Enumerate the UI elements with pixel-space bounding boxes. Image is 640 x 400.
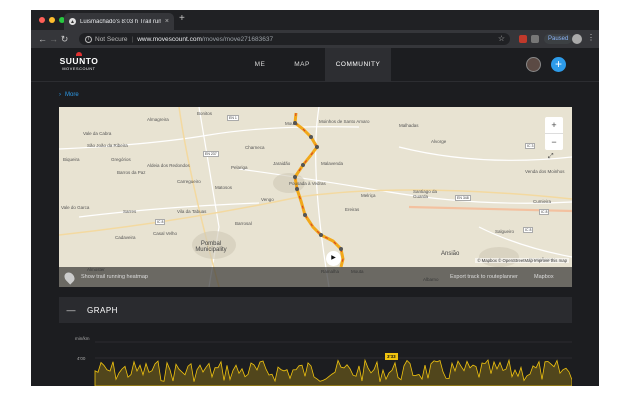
map-town: Casal Velho <box>153 231 178 236</box>
pace-marker-badge: 3'33 <box>385 353 398 360</box>
pace-graph[interactable]: min/km 4'00 3'33 <box>59 330 572 386</box>
road-label: IC 8 <box>523 227 534 233</box>
fullscreen-icon[interactable]: ⤢ <box>548 153 554 161</box>
map-town: Venda dos Moinhos <box>525 169 565 174</box>
map-town: Malhadas <box>399 123 419 128</box>
map-pin-icon[interactable] <box>62 269 77 285</box>
browser-tab[interactable]: ▲ Luismachado's 8:03 h Trail run × <box>64 13 174 30</box>
road-label: IC 3 <box>525 143 536 149</box>
suunto-logo[interactable]: SUUNTO MOVESCOUNT <box>59 52 99 71</box>
map-town: Pelariga <box>231 165 248 170</box>
road-label: EN 348 <box>455 195 471 201</box>
map-town: Alvorge <box>431 139 447 144</box>
map-town: Matosos <box>215 185 233 190</box>
map-town: Moinhos de Santo Amaro <box>319 119 370 124</box>
tab-title: Luismachado's 8:03 h Trail run <box>80 18 161 25</box>
zoom-in-button[interactable]: + <box>545 117 563 133</box>
not-secure-label: Not Secure <box>95 35 128 43</box>
tab-bar: ▲ Luismachado's 8:03 h Trail run × + <box>31 10 599 30</box>
map-town: Bonitos <box>197 111 213 116</box>
reload-button[interactable]: ↻ <box>59 34 70 45</box>
map-town: Barrosal <box>235 221 252 226</box>
tab-close-icon[interactable]: × <box>165 18 169 25</box>
map-town: Santiago da Guarda <box>413 189 438 199</box>
suunto-favicon-icon: ▲ <box>69 18 76 25</box>
map-town: Almagreira <box>147 117 169 122</box>
map-attribution[interactable]: © Mapbox © OpenStreetMap Improve this ma… <box>475 258 569 263</box>
menu-icon[interactable]: ⋮ <box>587 33 595 42</box>
map-town: Charneca <box>245 145 265 150</box>
map-town: Biqueira <box>63 157 80 162</box>
map-footer-bar: Show trail running heatmap Export track … <box>59 267 572 287</box>
logo-subtext: MOVESCOUNT <box>62 67 96 71</box>
browser-window: ▲ Luismachado's 8:03 h Trail run × + ← →… <box>31 10 599 386</box>
avatar-icon[interactable] <box>572 34 582 44</box>
play-route-button[interactable]: ▶ <box>326 251 341 266</box>
info-icon[interactable]: i <box>85 35 92 43</box>
extension-icon-2[interactable] <box>531 35 539 43</box>
map-town: Aldeia dos Redondos <box>147 163 190 168</box>
forward-button[interactable]: → <box>48 34 59 44</box>
map-town: Mouta <box>285 121 298 126</box>
close-window-button[interactable] <box>39 17 45 23</box>
nav-map[interactable]: MAP <box>287 48 317 82</box>
profile-status-badge[interactable]: Paused <box>544 34 573 44</box>
map-town: Barros da Paz <box>117 170 146 175</box>
map-town: Malavenda <box>321 161 344 166</box>
nav-community[interactable]: COMMUNITY <box>325 48 391 82</box>
back-button[interactable]: ← <box>37 34 48 44</box>
url-host: www.movescount.com <box>137 35 202 43</box>
site-header: SUUNTO MOVESCOUNT ME MAP COMMUNITY + <box>31 48 599 82</box>
divider: | <box>131 35 134 43</box>
road-label: IC 8 <box>539 209 550 215</box>
zoom-controls: + − <box>545 117 563 150</box>
map-town-major: Pombal Municipality <box>195 241 227 253</box>
graph-title: GRAPH <box>87 305 118 315</box>
zoom-out-button[interactable]: − <box>545 134 563 150</box>
map-town: Pousada à Vedras <box>289 181 326 186</box>
map-town: Vale do Garca <box>61 205 90 210</box>
browser-toolbar: ← → ↻ i Not Secure | www.movescount.com … <box>31 30 599 48</box>
logo-text: SUUNTO <box>59 56 99 66</box>
logo-mark-icon <box>76 52 82 56</box>
collapse-button[interactable]: — <box>59 305 83 315</box>
avatar[interactable] <box>526 57 541 72</box>
url-path: /moves/move271683637 <box>201 35 274 43</box>
map-town: Sarres <box>123 209 137 214</box>
route-map[interactable]: Almagreira Bonitos Vale da Cabra São Joã… <box>59 107 572 287</box>
address-bar[interactable]: i Not Secure | www.movescount.com /moves… <box>79 33 510 45</box>
minimize-window-button[interactable] <box>49 17 55 23</box>
graph-section-header[interactable]: — GRAPH <box>59 297 572 323</box>
window-controls <box>39 17 65 23</box>
map-town: Carregueiro <box>177 179 201 184</box>
export-route-link[interactable]: Export track to routeplanner <box>450 274 518 280</box>
map-town: São João da Ribeira <box>87 143 128 148</box>
map-town: Vila da Tabuas <box>177 209 207 214</box>
road-label: EN 237 <box>203 151 219 157</box>
map-town: Ereiras <box>345 207 360 212</box>
pace-graph-plot <box>94 341 572 386</box>
map-town: Melriça <box>361 193 376 198</box>
more-link[interactable]: › More <box>59 92 79 98</box>
road-label: EN 1 <box>227 115 239 121</box>
mapbox-logo: Mapbox <box>534 274 554 280</box>
add-button[interactable]: + <box>551 57 566 72</box>
more-label: More <box>65 92 79 98</box>
map-town: Jaraidão <box>273 161 291 166</box>
map-town: Cadaveira <box>115 235 136 240</box>
chevron-right-icon: › <box>59 92 61 98</box>
map-town: Vale da Cabra <box>83 131 112 136</box>
new-tab-button[interactable]: + <box>179 14 185 24</box>
road-label: IC 8 <box>155 219 166 225</box>
map-town-major: Ansião <box>441 251 460 257</box>
map-town: Vengo <box>261 197 274 202</box>
map-town: Salgueiro <box>495 229 515 234</box>
star-icon[interactable]: ☆ <box>498 34 505 43</box>
extension-icon[interactable] <box>519 35 527 43</box>
nav-me[interactable]: ME <box>245 48 275 82</box>
map-town: Gregórios <box>111 157 131 162</box>
map-town: Cumieira <box>533 199 552 204</box>
